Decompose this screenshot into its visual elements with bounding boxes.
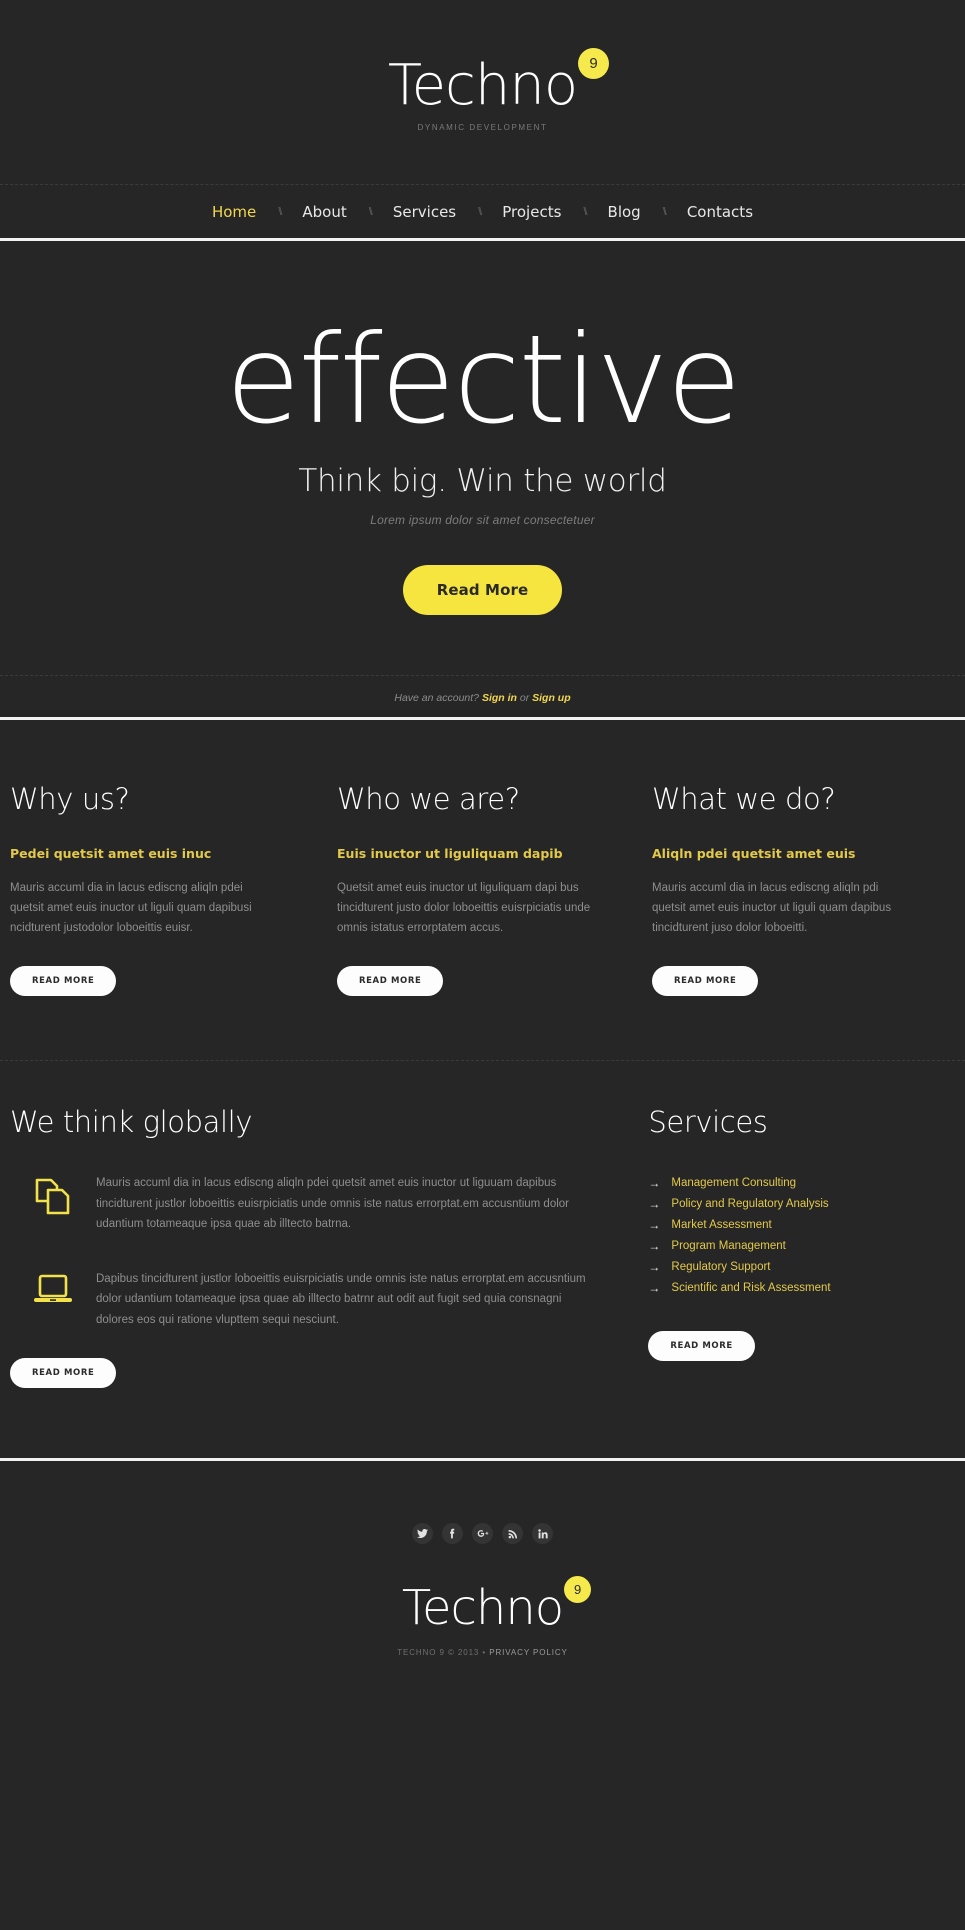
service-link[interactable]: Regulatory Support	[671, 1261, 770, 1273]
hero-title: effective	[225, 309, 741, 451]
hero-section: effective Think big. Win the world Lorem…	[0, 241, 965, 675]
list-item[interactable]: → Scientific and Risk Assessment	[648, 1282, 955, 1294]
arrow-right-icon: →	[648, 1218, 661, 1233]
laptop-icon	[10, 1269, 96, 1307]
site-footer: Techno 9 TECHNO 9 © 2013 • PRIVACY POLIC…	[0, 1461, 965, 1713]
feature-row: Mauris accuml dia in lacus ediscng aliql…	[10, 1173, 603, 1234]
copyright-text: TECHNO 9 © 2013 •	[397, 1648, 490, 1658]
column-title: Why us?	[10, 782, 130, 816]
list-item[interactable]: → Market Assessment	[648, 1219, 955, 1231]
logo-badge: 9	[578, 48, 610, 79]
account-bar: Have an account? Sign in or Sign up	[0, 675, 965, 720]
arrow-right-icon: →	[648, 1281, 661, 1296]
hero-subtitle: Think big. Win the world	[298, 463, 667, 499]
list-item[interactable]: → Policy and Regulatory Analysis	[648, 1198, 955, 1210]
column-subtitle: Pedei quetsit amet euis inuc	[10, 846, 212, 861]
google-plus-icon[interactable]	[472, 1523, 493, 1545]
arrow-right-icon: →	[648, 1176, 661, 1191]
column-what-we-do: What we do? Aliqln pdei quetsit amet eui…	[640, 782, 955, 997]
we-think-globally-block: We think globally Mauris accuml dia in l…	[10, 1105, 603, 1389]
section-title-services: Services	[648, 1105, 768, 1140]
arrow-right-icon: →	[648, 1197, 661, 1212]
footer-logo[interactable]: Techno 9	[402, 1576, 592, 1632]
rss-icon[interactable]	[502, 1523, 523, 1545]
lower-section: We think globally Mauris accuml dia in l…	[0, 1061, 965, 1389]
column-read-more-button[interactable]: READ MORE	[10, 966, 117, 997]
feature-row: Dapibus tincidturent justlor loboeittis …	[10, 1269, 603, 1330]
nav-item-about[interactable]: About	[280, 203, 368, 221]
column-who-we-are: Who we are? Euis inuctor ut liguliquam d…	[325, 782, 640, 997]
social-links	[0, 1523, 965, 1545]
nav-item-home[interactable]: Home	[190, 203, 278, 221]
facebook-icon[interactable]	[442, 1523, 463, 1545]
column-why-us: Why us? Pedei quetsit amet euis inuc Mau…	[10, 782, 325, 997]
column-title: What we do?	[652, 782, 836, 816]
column-subtitle: Aliqln pdei quetsit amet euis	[652, 846, 856, 861]
twitter-icon[interactable]	[412, 1523, 433, 1545]
main-navigation-bar: Home \\ About \\ Services \\ Projects \\…	[0, 184, 965, 241]
logo-text: Techno	[387, 53, 578, 118]
feature-text: Dapibus tincidturent justlor loboeittis …	[96, 1272, 586, 1326]
globally-read-more-button[interactable]: READ MORE	[10, 1358, 117, 1389]
service-link[interactable]: Market Assessment	[671, 1219, 771, 1231]
hero-read-more-button[interactable]: Read More	[402, 565, 563, 615]
sign-up-link[interactable]: Sign up	[532, 692, 571, 704]
section-title-globally: We think globally	[10, 1105, 253, 1140]
column-read-more-button[interactable]: READ MORE	[652, 966, 759, 997]
account-prompt-line: Have an account? Sign in or Sign up	[0, 692, 965, 704]
sign-in-link[interactable]: Sign in	[482, 692, 517, 704]
site-logo[interactable]: Techno 9	[387, 48, 610, 118]
column-body: Quetsit amet euis inuctor ut liguliquam …	[337, 882, 591, 935]
column-read-more-button[interactable]: READ MORE	[337, 966, 444, 997]
arrow-right-icon: →	[648, 1239, 661, 1254]
hero-note: Lorem ipsum dolor sit amet consectetuer	[370, 513, 595, 527]
footer-copyright: TECHNO 9 © 2013 • PRIVACY POLICY	[0, 1648, 965, 1657]
service-link[interactable]: Program Management	[671, 1240, 785, 1252]
logo-tagline: DYNAMIC DEVELOPMENT	[417, 123, 548, 132]
page-root: Techno 9 DYNAMIC DEVELOPMENT Home \\ Abo…	[0, 0, 965, 1930]
account-prompt-text: Have an account?	[394, 692, 480, 704]
list-item[interactable]: → Regulatory Support	[648, 1261, 955, 1273]
main-navigation: Home \\ About \\ Services \\ Projects \\…	[0, 203, 965, 221]
column-body: Mauris accuml dia in lacus ediscng aliql…	[10, 882, 252, 935]
column-title: Who we are?	[337, 782, 520, 816]
footer-logo-text: Techno	[401, 1580, 564, 1637]
service-link[interactable]: Scientific and Risk Assessment	[671, 1282, 830, 1294]
arrow-right-icon: →	[648, 1260, 661, 1275]
feature-text: Mauris accuml dia in lacus ediscng aliql…	[96, 1177, 569, 1231]
footer-logo-badge: 9	[564, 1576, 592, 1604]
account-conjunction: or	[519, 692, 530, 704]
site-header: Techno 9 DYNAMIC DEVELOPMENT	[0, 0, 965, 184]
column-subtitle: Euis inuctor ut liguliquam dapib	[337, 846, 563, 861]
privacy-policy-link[interactable]: PRIVACY POLICY	[489, 1648, 568, 1657]
service-link[interactable]: Management Consulting	[671, 1177, 796, 1189]
services-block: Services → Management Consulting → Polic…	[603, 1105, 955, 1388]
services-read-more-button[interactable]: READ MORE	[648, 1331, 755, 1362]
linkedin-icon[interactable]	[532, 1523, 553, 1545]
list-item[interactable]: → Program Management	[648, 1240, 955, 1252]
documents-icon	[10, 1173, 96, 1217]
services-list: → Management Consulting → Policy and Reg…	[648, 1177, 955, 1294]
feature-columns: Why us? Pedei quetsit amet euis inuc Mau…	[0, 720, 965, 997]
nav-item-projects[interactable]: Projects	[480, 203, 583, 221]
column-body: Mauris accuml dia in lacus ediscng aliql…	[652, 882, 892, 935]
list-item[interactable]: → Management Consulting	[648, 1177, 955, 1189]
nav-item-blog[interactable]: Blog	[586, 203, 663, 221]
service-link[interactable]: Policy and Regulatory Analysis	[671, 1198, 828, 1210]
nav-item-services[interactable]: Services	[371, 203, 478, 221]
nav-item-contacts[interactable]: Contacts	[665, 203, 775, 221]
